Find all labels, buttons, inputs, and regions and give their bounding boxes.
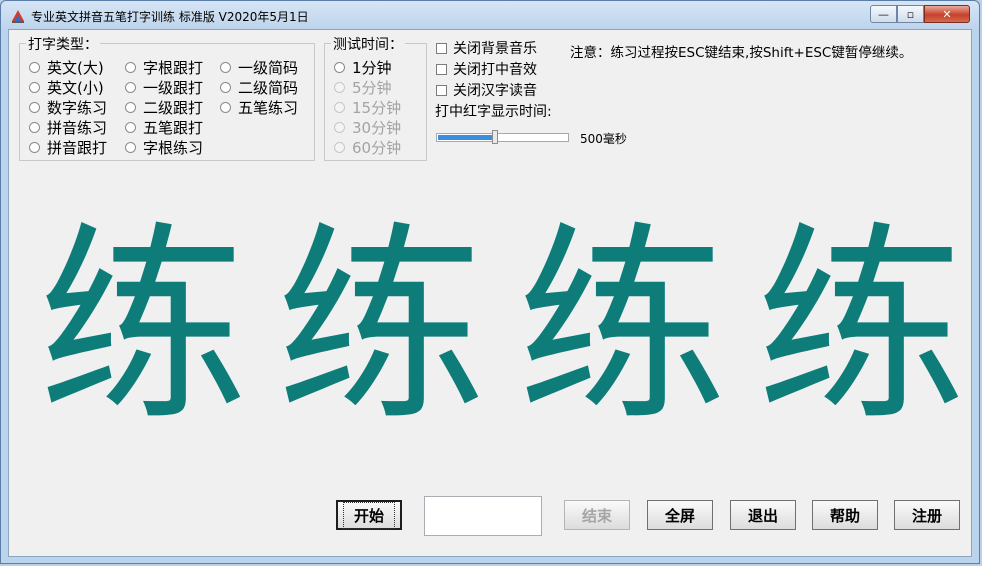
- test-time-label: 测试时间：: [331, 34, 405, 54]
- radio-1min[interactable]: 1分钟: [334, 57, 392, 78]
- radio-radical-follow[interactable]: 字根跟打: [125, 57, 203, 78]
- maximize-button[interactable]: ▫: [897, 5, 924, 23]
- typing-input[interactable]: [424, 496, 542, 536]
- register-button[interactable]: 注册: [894, 500, 960, 530]
- fullscreen-button[interactable]: 全屏: [647, 500, 713, 530]
- radio-5min: 5分钟: [334, 77, 392, 98]
- practice-char: 练: [755, 204, 966, 449]
- close-icon: ✕: [942, 7, 952, 21]
- checkbox-char-voice[interactable]: 关闭汉字读音: [436, 80, 537, 100]
- checkbox-hit-sound[interactable]: 关闭打中音效: [436, 59, 537, 79]
- display-time-value: 500毫秒: [580, 132, 627, 146]
- radio-30min: 30分钟: [334, 117, 401, 138]
- radio-radical-practice[interactable]: 字根练习: [125, 137, 203, 158]
- notice-text: 注意：练习过程按ESC键结束,按Shift+ESC键暂停继续。: [570, 45, 913, 61]
- maximize-icon: ▫: [906, 7, 915, 21]
- radio-level1-code[interactable]: 一级简码: [220, 57, 298, 78]
- radio-60min: 60分钟: [334, 137, 401, 158]
- radio-english-upper[interactable]: 英文(大): [29, 57, 104, 78]
- radio-level2-code[interactable]: 二级简码: [220, 77, 298, 98]
- radio-number-practice[interactable]: 数字练习: [29, 97, 107, 118]
- practice-char: 练: [275, 204, 486, 449]
- start-button[interactable]: 开始: [336, 500, 402, 530]
- display-time-label: 打中红字显示时间:: [435, 104, 552, 120]
- minimize-icon: —: [878, 7, 889, 21]
- window-title: 专业英文拼音五笔打字训练 标准版 V2020年5月1日: [31, 10, 309, 24]
- radio-level1-follow[interactable]: 一级跟打: [125, 77, 203, 98]
- practice-char: 练: [37, 204, 248, 449]
- end-button: 结束: [564, 500, 630, 530]
- checkbox-bg-music[interactable]: 关闭背景音乐: [436, 38, 537, 58]
- minimize-button[interactable]: —: [870, 5, 897, 23]
- typing-type-label: 打字类型：: [26, 34, 100, 54]
- radio-level2-follow[interactable]: 二级跟打: [125, 97, 203, 118]
- app-icon: [12, 10, 24, 23]
- radio-pinyin-follow[interactable]: 拼音跟打: [29, 137, 107, 158]
- display-time-slider[interactable]: [436, 133, 569, 142]
- slider-fill: [438, 135, 492, 140]
- radio-wubi-practice[interactable]: 五笔练习: [220, 97, 298, 118]
- client-area: 打字类型： 英文(大) 英文(小) 数字练习 拼音练习 拼音跟打 字根跟打 一级…: [8, 29, 972, 557]
- title-bar[interactable]: 专业英文拼音五笔打字训练 标准版 V2020年5月1日 — ▫ ✕: [1, 1, 979, 29]
- radio-pinyin-practice[interactable]: 拼音练习: [29, 117, 107, 138]
- radio-15min: 15分钟: [334, 97, 401, 118]
- app-window: 专业英文拼音五笔打字训练 标准版 V2020年5月1日 — ▫ ✕ 打字类型： …: [0, 0, 980, 564]
- practice-char: 练: [516, 204, 727, 449]
- exit-button[interactable]: 退出: [730, 500, 796, 530]
- close-button[interactable]: ✕: [924, 5, 970, 23]
- slider-thumb[interactable]: [492, 130, 498, 144]
- radio-english-lower[interactable]: 英文(小): [29, 77, 104, 98]
- help-button[interactable]: 帮助: [812, 500, 878, 530]
- radio-wubi-follow[interactable]: 五笔跟打: [125, 117, 203, 138]
